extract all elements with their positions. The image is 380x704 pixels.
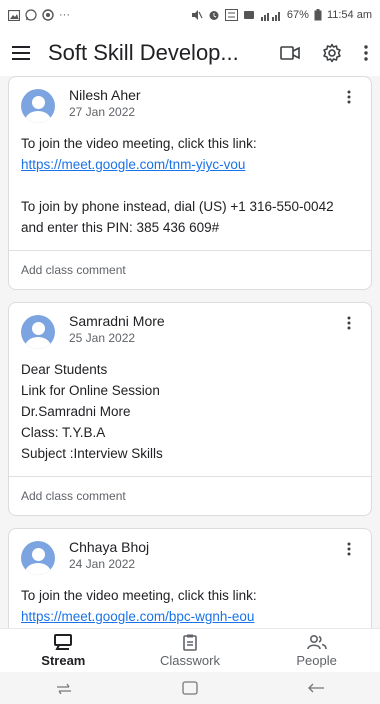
home-icon[interactable] bbox=[182, 681, 198, 695]
post-header: Samradni More 25 Jan 2022 bbox=[9, 303, 371, 353]
post-text: and enter this PIN: 385 436 609# bbox=[21, 220, 220, 235]
app-bar: Soft Skill Develop... bbox=[0, 30, 380, 76]
post-more-icon[interactable] bbox=[339, 539, 359, 559]
system-navigation-bar bbox=[0, 672, 380, 704]
post-body: Dear Students Link for Online Session Dr… bbox=[9, 353, 371, 476]
post-text: To join the video meeting, click this li… bbox=[21, 136, 257, 151]
cast-icon bbox=[243, 9, 255, 21]
app-bar-actions bbox=[280, 43, 368, 63]
nav-stream[interactable]: Stream bbox=[8, 633, 118, 668]
avatar bbox=[21, 89, 55, 123]
post-header: Nilesh Aher 27 Jan 2022 bbox=[9, 77, 371, 127]
post-author: Chhaya Bhoj bbox=[69, 539, 150, 555]
whatsapp-icon bbox=[25, 9, 37, 21]
video-meet-icon[interactable] bbox=[280, 46, 300, 60]
back-icon[interactable] bbox=[307, 682, 325, 694]
post-text: Subject :Interview Skills bbox=[21, 446, 163, 461]
avatar bbox=[21, 541, 55, 575]
more-notifications-icon: ··· bbox=[59, 9, 70, 21]
status-bar: ··· 67% 11:54 am bbox=[0, 0, 380, 30]
chrome-icon bbox=[42, 9, 54, 21]
post-body: To join the video meeting, click this li… bbox=[9, 127, 371, 250]
stream-icon bbox=[54, 633, 73, 651]
people-icon bbox=[306, 633, 327, 651]
mute-icon bbox=[191, 9, 203, 21]
status-left: ··· bbox=[8, 9, 70, 21]
post-date: 25 Jan 2022 bbox=[69, 331, 136, 345]
volte-icon bbox=[224, 9, 238, 21]
classwork-icon bbox=[183, 633, 197, 651]
battery-icon bbox=[314, 9, 322, 21]
post-author: Nilesh Aher bbox=[69, 87, 141, 103]
post-card: Samradni More 25 Jan 2022 Dear Students … bbox=[8, 302, 372, 516]
menu-icon[interactable] bbox=[12, 46, 30, 60]
overflow-menu-icon[interactable] bbox=[364, 45, 368, 61]
nav-classwork-label: Classwork bbox=[160, 653, 220, 668]
post-text: Link for Online Session bbox=[21, 383, 160, 398]
gallery-icon bbox=[8, 9, 20, 21]
post-author: Samradni More bbox=[69, 313, 165, 329]
add-class-comment[interactable]: Add class comment bbox=[9, 476, 371, 515]
bottom-navigation: Stream Classwork People bbox=[0, 628, 380, 672]
post-text: Dr.Samradni More bbox=[21, 404, 131, 419]
battery-percent: 67% bbox=[286, 9, 309, 21]
nav-people-label: People bbox=[296, 653, 337, 668]
avatar bbox=[21, 315, 55, 349]
post-header: Chhaya Bhoj 24 Jan 2022 bbox=[9, 529, 371, 579]
post-more-icon[interactable] bbox=[339, 87, 359, 107]
stream-feed[interactable]: Nilesh Aher 27 Jan 2022 To join the vide… bbox=[0, 76, 380, 628]
nav-people[interactable]: People bbox=[262, 633, 372, 668]
post-more-icon[interactable] bbox=[339, 313, 359, 333]
clock: 11:54 am bbox=[326, 9, 372, 21]
alarm-icon bbox=[208, 9, 220, 21]
post-body: To join the video meeting, click this li… bbox=[9, 579, 371, 628]
post-card: Nilesh Aher 27 Jan 2022 To join the vide… bbox=[8, 76, 372, 290]
post-text: Dear Students bbox=[21, 362, 108, 377]
recent-apps-icon[interactable] bbox=[55, 682, 73, 694]
meeting-link[interactable]: https://meet.google.com/bpc-wgnh-eou bbox=[21, 609, 254, 624]
post-card: Chhaya Bhoj 24 Jan 2022 To join the vide… bbox=[8, 528, 372, 628]
post-text: To join by phone instead, dial (US) +1 3… bbox=[21, 199, 334, 214]
nav-classwork[interactable]: Classwork bbox=[135, 633, 245, 668]
nav-stream-label: Stream bbox=[41, 653, 86, 668]
settings-icon[interactable] bbox=[322, 43, 342, 63]
post-date: 27 Jan 2022 bbox=[69, 105, 136, 119]
post-date: 24 Jan 2022 bbox=[69, 557, 136, 571]
status-right: 67% 11:54 am bbox=[191, 9, 372, 21]
meeting-link[interactable]: https://meet.google.com/tnm-yiyc-vou bbox=[21, 157, 245, 172]
signal-icon bbox=[260, 10, 282, 21]
class-title: Soft Skill Develop... bbox=[48, 40, 239, 65]
post-text: Class: T.Y.B.A bbox=[21, 425, 106, 440]
add-class-comment[interactable]: Add class comment bbox=[9, 250, 371, 289]
post-text: To join the video meeting, click this li… bbox=[21, 588, 257, 603]
